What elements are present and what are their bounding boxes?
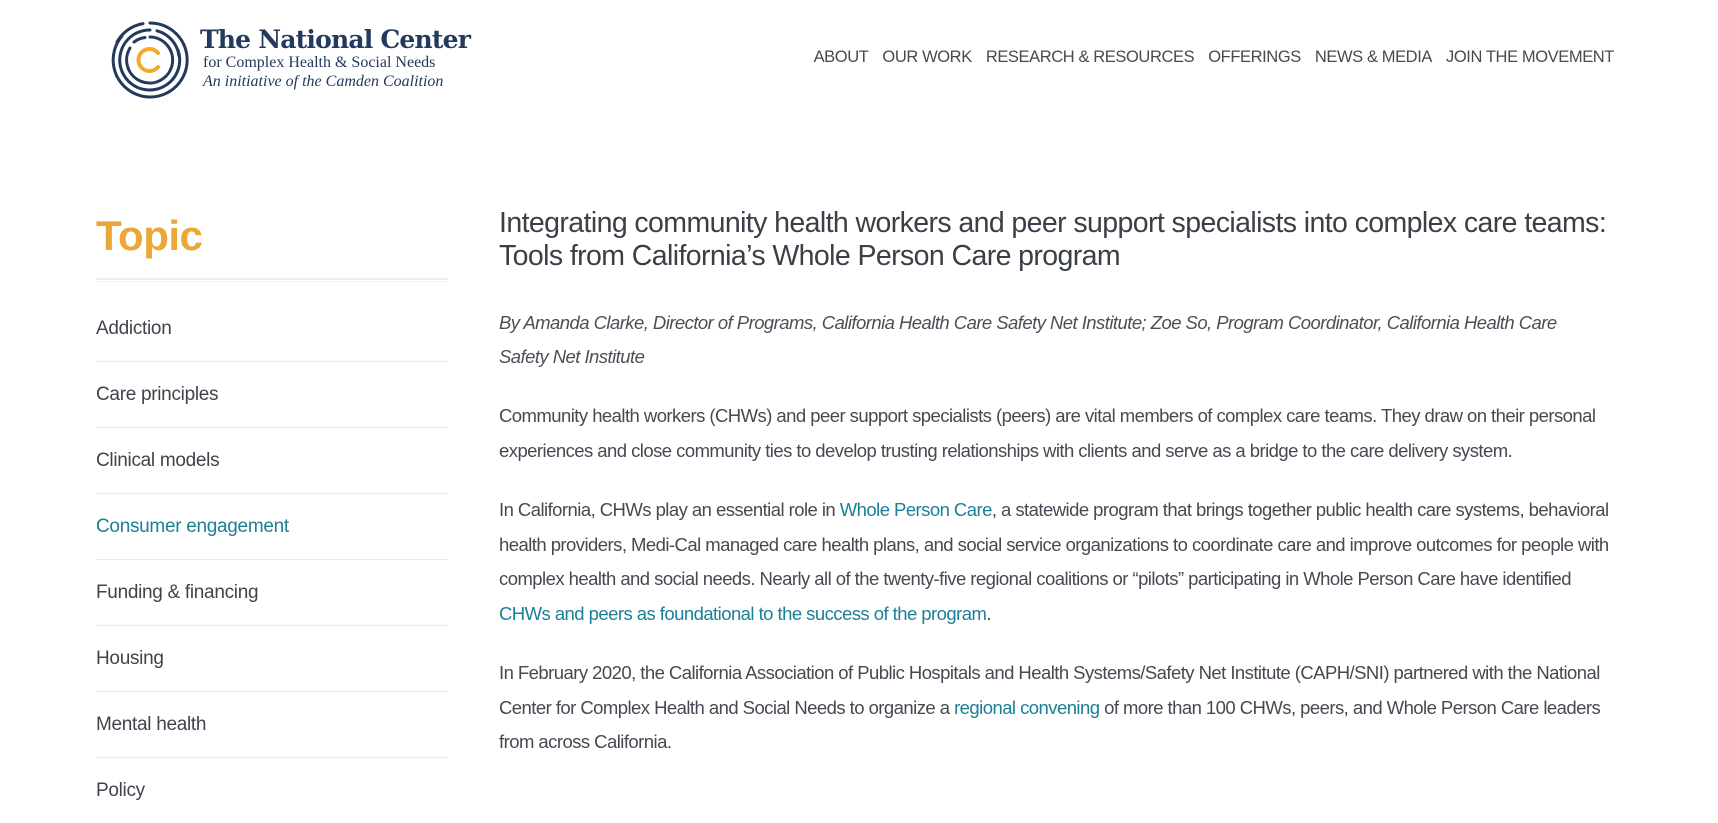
topic-list: Addiction Care principles Clinical model…: [96, 296, 448, 823]
article-paragraph: Community health workers (CHWs) and peer…: [499, 399, 1609, 468]
article-title: Integrating community health workers and…: [499, 207, 1607, 272]
topic-item: Addiction: [96, 296, 448, 362]
nav-about[interactable]: ABOUT: [814, 48, 869, 67]
topic-link-consumer-engagement[interactable]: Consumer engagement: [96, 516, 289, 538]
nav-join-the-movement[interactable]: JOIN THE MOVEMENT: [1446, 48, 1614, 67]
paragraph-text: Community health workers (CHWs) and peer…: [499, 405, 1596, 461]
nav-news-media[interactable]: NEWS & MEDIA: [1315, 48, 1433, 67]
logo-subtitle: for Complex Health & Social Needs: [203, 54, 436, 71]
topic-link-funding-financing[interactable]: Funding & financing: [96, 582, 259, 604]
topic-link-housing[interactable]: Housing: [96, 648, 164, 670]
article-paragraph: In February 2020, the California Associa…: [499, 656, 1609, 760]
logo-title: The National Center: [200, 25, 471, 54]
article-paragraph: In California, CHWs play an essential ro…: [499, 493, 1609, 631]
topic-divider: [96, 278, 448, 282]
topic-heading: Topic: [96, 212, 203, 259]
topic-sidebar: Topic Addiction Care principles Clinical…: [96, 200, 448, 823]
topic-link-mental-health[interactable]: Mental health: [96, 714, 206, 736]
topic-item: Funding & financing: [96, 560, 448, 626]
topic-link-care-principles[interactable]: Care principles: [96, 384, 219, 406]
topic-item: Housing: [96, 626, 448, 692]
topic-item: Policy: [96, 758, 448, 823]
logo-initiative: An initiative of the Camden Coalition: [203, 73, 444, 90]
article-byline: By Amanda Clarke, Director of Programs, …: [499, 312, 1557, 367]
topic-link-addiction[interactable]: Addiction: [96, 318, 172, 340]
topic-item: Clinical models: [96, 428, 448, 494]
article: Integrating community health workers and…: [499, 207, 1609, 760]
topic-link-policy[interactable]: Policy: [96, 780, 145, 802]
chws-peers-foundational-link[interactable]: CHWs and peers as foundational to the su…: [499, 603, 987, 624]
topic-item: Consumer engagement: [96, 494, 448, 560]
main-nav: ABOUT OUR WORK RESEARCH & RESOURCES OFFE…: [814, 48, 1615, 67]
topic-item: Mental health: [96, 692, 448, 758]
paragraph-text: In California, CHWs play an essential ro…: [499, 499, 840, 520]
topic-link-clinical-models[interactable]: Clinical models: [96, 450, 220, 472]
nav-research-resources[interactable]: RESEARCH & RESOURCES: [986, 48, 1195, 67]
paragraph-text: .: [986, 602, 991, 624]
regional-convening-link[interactable]: regional convening: [954, 697, 1100, 718]
concentric-circles-logo-icon: [111, 21, 189, 99]
whole-person-care-link[interactable]: Whole Person Care: [840, 499, 993, 520]
logo-text: The National Center for Complex Health &…: [200, 25, 471, 92]
nav-our-work[interactable]: OUR WORK: [882, 48, 972, 67]
topic-item: Care principles: [96, 362, 448, 428]
nav-offerings[interactable]: OFFERINGS: [1208, 48, 1301, 67]
